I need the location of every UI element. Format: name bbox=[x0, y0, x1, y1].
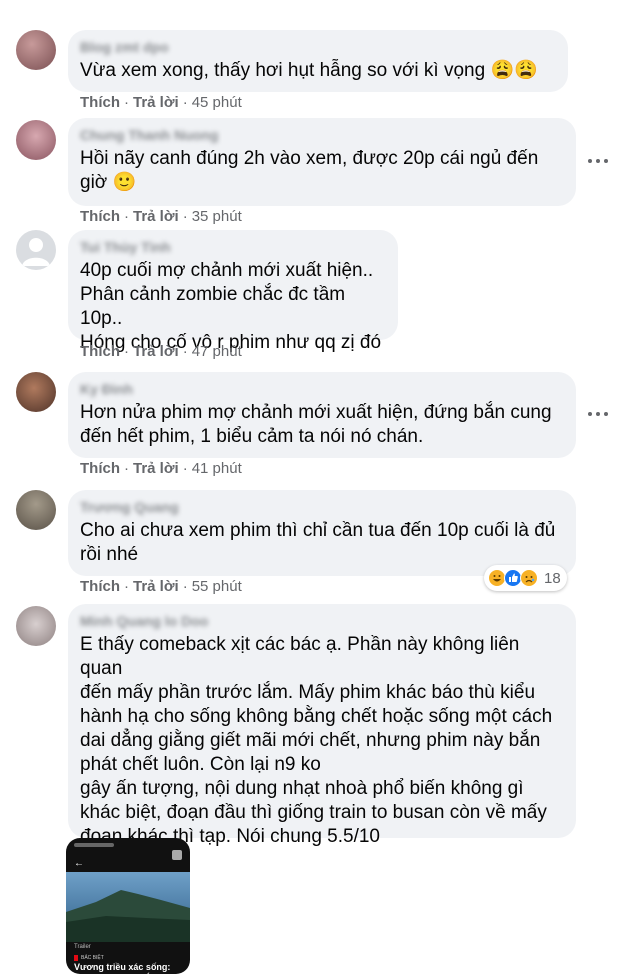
avatar[interactable] bbox=[16, 230, 56, 270]
trailer-scene bbox=[66, 872, 190, 942]
comment-bubble: Minh Quang lo Doo E thấy comeback xịt cá… bbox=[68, 604, 576, 847]
comment-author[interactable]: Chung Thanh Nuong bbox=[80, 126, 564, 144]
comment-author[interactable]: Trương Quang bbox=[80, 498, 564, 516]
tag-badge: BẢC BIỆT bbox=[74, 955, 104, 961]
comment-meta: Thích · Trả lời · 35 phút bbox=[80, 208, 242, 225]
comment-time[interactable]: 41 phút bbox=[192, 460, 242, 477]
reply-link[interactable]: Trả lời bbox=[133, 460, 179, 477]
default-avatar-icon bbox=[22, 238, 50, 266]
comment-text: Hơn nửa phim mợ chảnh mới xuất hiện, đứn… bbox=[80, 402, 552, 447]
comment-author[interactable]: Tui Thùy Tình bbox=[80, 238, 386, 256]
comment-time[interactable]: 55 phút bbox=[192, 578, 242, 595]
comment-meta: Thích · Trả lời · 55 phút bbox=[80, 578, 242, 595]
attachment-title: Vương triều xác sống: Ashin phương Bắc bbox=[74, 962, 171, 974]
like-link[interactable]: Thích bbox=[80, 578, 120, 595]
more-horizontal-icon[interactable] bbox=[588, 157, 608, 165]
attachment-image[interactable]: ← Trailer BẢC BIỆT Vương triều xác sống:… bbox=[66, 838, 190, 974]
avatar[interactable] bbox=[16, 372, 56, 412]
comment-author[interactable]: Ky Đình bbox=[80, 380, 564, 398]
comment-bubble: Ky Đình Hơn nửa phim mợ chảnh mới xuất h… bbox=[68, 372, 576, 458]
like-link[interactable]: Thích bbox=[80, 343, 120, 360]
comment-text: 40p cuối mợ chảnh mới xuất hiện.. Phân c… bbox=[80, 260, 382, 353]
like-link[interactable]: Thích bbox=[80, 208, 120, 225]
comment-bubble: Blog zmt dpo Vừa xem xong, thấy hơi hụt … bbox=[68, 30, 568, 92]
comment-time[interactable]: 47 phút bbox=[192, 343, 242, 360]
comment-author[interactable]: Minh Quang lo Doo bbox=[80, 612, 564, 630]
comment-text: Cho ai chưa xem phim thì chỉ cần tua đến… bbox=[80, 520, 556, 565]
avatar[interactable] bbox=[16, 490, 56, 530]
reaction-count: 18 bbox=[544, 569, 561, 587]
reply-link[interactable]: Trả lời bbox=[133, 208, 179, 225]
comment-time[interactable]: 45 phút bbox=[192, 94, 242, 111]
app-icon bbox=[172, 850, 182, 860]
reaction-summary[interactable]: 18 bbox=[484, 565, 567, 591]
sad-reaction-icon bbox=[520, 569, 538, 587]
comment-bubble: Chung Thanh Nuong Hồi nãy canh đúng 2h v… bbox=[68, 118, 576, 206]
comment-bubble: Trương Quang Cho ai chưa xem phim thì ch… bbox=[68, 490, 576, 576]
comment-text: Vừa xem xong, thấy hơi hụt hẫng so với k… bbox=[80, 60, 538, 81]
comment-text: Hồi nãy canh đúng 2h vào xem, được 20p c… bbox=[80, 148, 539, 193]
reply-link[interactable]: Trả lời bbox=[133, 343, 179, 360]
comment-meta: Thích · Trả lời · 47 phút bbox=[80, 343, 242, 360]
trailer-label: Trailer bbox=[74, 944, 91, 950]
status-bar bbox=[74, 843, 114, 847]
reply-link[interactable]: Trả lời bbox=[133, 578, 179, 595]
like-link[interactable]: Thích bbox=[80, 460, 120, 477]
comment-meta: Thích · Trả lời · 45 phút bbox=[80, 94, 242, 111]
back-arrow-icon: ← bbox=[74, 858, 84, 869]
comment-time[interactable]: 35 phút bbox=[192, 208, 242, 225]
avatar[interactable] bbox=[16, 606, 56, 646]
like-link[interactable]: Thích bbox=[80, 94, 120, 111]
comment-bubble: Tui Thùy Tình 40p cuối mợ chảnh mới xuất… bbox=[68, 230, 398, 353]
avatar[interactable] bbox=[16, 30, 56, 70]
comment-text: E thấy comeback xịt các bác ạ. Phần này … bbox=[80, 634, 553, 847]
reply-link[interactable]: Trả lời bbox=[133, 94, 179, 111]
more-horizontal-icon[interactable] bbox=[588, 410, 608, 418]
avatar[interactable] bbox=[16, 120, 56, 160]
comment-author[interactable]: Blog zmt dpo bbox=[80, 38, 556, 56]
comment-meta: Thích · Trả lời · 41 phút bbox=[80, 460, 242, 477]
